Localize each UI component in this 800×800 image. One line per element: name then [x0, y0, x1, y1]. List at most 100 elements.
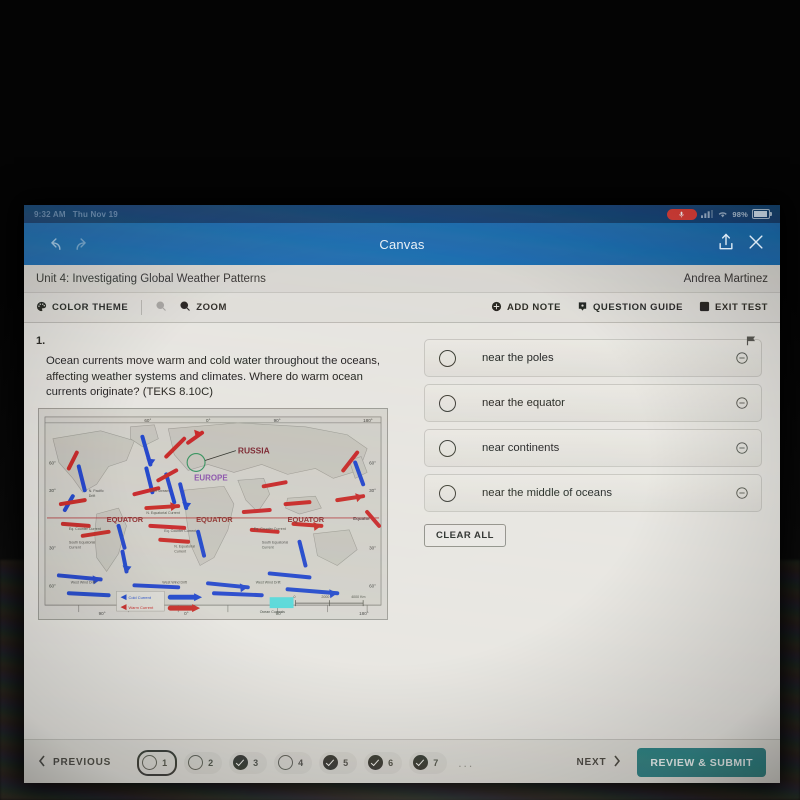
- option-label: near the poles: [482, 352, 554, 364]
- option-radio[interactable]: [439, 349, 456, 367]
- svg-text:West Wind Drift: West Wind Drift: [71, 580, 96, 584]
- color-theme-button[interactable]: COLOR THEME: [36, 301, 128, 315]
- svg-text:Drift: Drift: [89, 494, 96, 498]
- flag-icon[interactable]: [744, 333, 758, 352]
- option-radio[interactable]: [439, 439, 456, 457]
- zoom-out-icon: [155, 300, 167, 315]
- svg-text:Eq. Counter Current: Eq. Counter Current: [164, 528, 196, 532]
- svg-text:Warm Current: Warm Current: [128, 605, 154, 610]
- question-pill-ellipsis[interactable]: ...: [458, 756, 474, 770]
- question-pill-3[interactable]: 3: [229, 751, 268, 774]
- answer-options-pane: near the poles near the equator near con…: [416, 323, 780, 739]
- add-note-icon: [491, 301, 502, 315]
- svg-text:0: 0: [294, 595, 296, 599]
- zoom-out-button[interactable]: [155, 300, 167, 315]
- question-pill-6[interactable]: 6: [364, 751, 403, 774]
- next-label: NEXT: [576, 757, 607, 768]
- clear-all-button[interactable]: CLEAR ALL: [424, 524, 506, 547]
- previous-button[interactable]: PREVIOUS: [38, 755, 111, 770]
- battery-percent: 98%: [732, 209, 748, 219]
- svg-text:EQUATOR: EQUATOR: [196, 514, 233, 523]
- question-pill-1[interactable]: 1: [137, 749, 178, 776]
- chevron-left-icon: [38, 755, 46, 770]
- eliminate-icon[interactable]: [735, 486, 749, 500]
- question-guide-button[interactable]: QUESTION GUIDE: [577, 301, 683, 315]
- question-pill-number: 4: [298, 757, 304, 768]
- svg-text:Eq. Counter Current: Eq. Counter Current: [254, 526, 286, 530]
- question-pill-7[interactable]: 7: [409, 751, 448, 774]
- color-theme-label: COLOR THEME: [52, 302, 129, 313]
- review-and-submit-button[interactable]: REVIEW & SUBMIT: [637, 748, 766, 777]
- previous-label: PREVIOUS: [53, 757, 112, 768]
- svg-text:N. Equatorial Current: N. Equatorial Current: [146, 511, 180, 515]
- option-row[interactable]: near the middle of oceans: [424, 474, 762, 512]
- unit-bar: Unit 4: Investigating Global Weather Pat…: [24, 265, 780, 293]
- option-radio[interactable]: [439, 394, 456, 412]
- eliminate-icon[interactable]: [735, 441, 749, 455]
- svg-text:RUSSIA: RUSSIA: [238, 445, 270, 455]
- svg-text:EQUATOR: EQUATOR: [288, 514, 325, 523]
- zoom-in-button[interactable]: ZOOM: [179, 300, 227, 315]
- question-state-icon: [413, 755, 429, 770]
- svg-text:Eq. Counter Current: Eq. Counter Current: [69, 526, 101, 530]
- svg-text:N. Pacific: N. Pacific: [89, 489, 104, 493]
- svg-text:60°: 60°: [369, 583, 376, 588]
- option-label: near continents: [482, 442, 560, 454]
- svg-text:0°: 0°: [206, 417, 211, 422]
- student-name: Andrea Martinez: [683, 272, 768, 285]
- option-row[interactable]: near the poles: [424, 339, 762, 377]
- exit-icon: [699, 301, 710, 315]
- question-state-icon: [278, 755, 294, 770]
- svg-text:0°: 0°: [184, 611, 189, 616]
- zoom-label: ZOOM: [196, 302, 227, 313]
- option-label: near the equator: [482, 397, 565, 409]
- test-body: 1. Ocean currents move warm and cold wat…: [24, 323, 780, 739]
- back-arrow-icon[interactable]: [38, 229, 68, 259]
- question-number: 1.: [36, 335, 46, 347]
- question-state-icon: [142, 755, 158, 770]
- question-state-icon: [368, 755, 384, 770]
- question-pane: 1. Ocean currents move warm and cold wat…: [24, 323, 416, 739]
- ios-status-bar: 9:32 AM Thu Nov 19 98%: [24, 205, 780, 223]
- question-text: Ocean currents move warm and cold water …: [46, 355, 381, 398]
- palette-icon: [36, 301, 47, 315]
- option-row[interactable]: near continents: [424, 429, 762, 467]
- microphone-recording-icon: [666, 208, 697, 220]
- next-button[interactable]: NEXT: [577, 755, 622, 770]
- svg-text:Current: Current: [174, 549, 186, 553]
- svg-text:2000: 2000: [321, 595, 329, 599]
- exit-test-button[interactable]: EXIT TEST: [699, 301, 768, 315]
- question-pill-number: 3: [253, 757, 259, 768]
- share-icon[interactable]: [716, 232, 736, 257]
- svg-text:Gulf Stream: Gulf Stream: [150, 489, 169, 493]
- option-radio[interactable]: [439, 484, 456, 502]
- close-icon[interactable]: [746, 232, 766, 257]
- svg-text:90°: 90°: [276, 611, 283, 616]
- question-state-icon: [233, 755, 249, 770]
- ocean-currents-map: RUSSIA EUROPE EQUATOR EQUATOR EQUATOR Eq…: [38, 407, 388, 620]
- wifi-icon: [717, 210, 728, 218]
- question-pill-5[interactable]: 5: [319, 751, 358, 774]
- bottom-navigation: PREVIOUS 1 2 3 4 5 6 7 ... NEXT REVIEW &…: [24, 739, 780, 783]
- question-pill-number: 5: [343, 757, 349, 768]
- svg-text:South Equatorial: South Equatorial: [262, 540, 289, 544]
- svg-text:30°: 30°: [369, 488, 376, 493]
- app-title: Canvas: [379, 236, 425, 252]
- option-row[interactable]: near the equator: [424, 384, 762, 422]
- photo-backdrop: 9:32 AM Thu Nov 19 98% Canvas Unit 4: In…: [0, 0, 800, 800]
- question-pill-number: 7: [433, 757, 439, 768]
- svg-text:N. Equatorial: N. Equatorial: [174, 544, 195, 548]
- add-note-label: ADD NOTE: [506, 302, 561, 313]
- svg-text:30°: 30°: [49, 545, 56, 550]
- status-time: 9:32 AM: [34, 209, 66, 219]
- eliminate-icon[interactable]: [735, 351, 749, 365]
- question-pill-number: 2: [208, 757, 214, 768]
- eliminate-icon[interactable]: [735, 396, 749, 410]
- svg-text:60°: 60°: [49, 583, 56, 588]
- question-pill-2[interactable]: 2: [184, 751, 223, 774]
- forward-arrow-icon[interactable]: [68, 229, 98, 259]
- svg-text:60°: 60°: [369, 460, 376, 465]
- add-note-button[interactable]: ADD NOTE: [491, 301, 561, 315]
- svg-text:Equator: Equator: [353, 515, 370, 520]
- question-pill-4[interactable]: 4: [274, 751, 313, 774]
